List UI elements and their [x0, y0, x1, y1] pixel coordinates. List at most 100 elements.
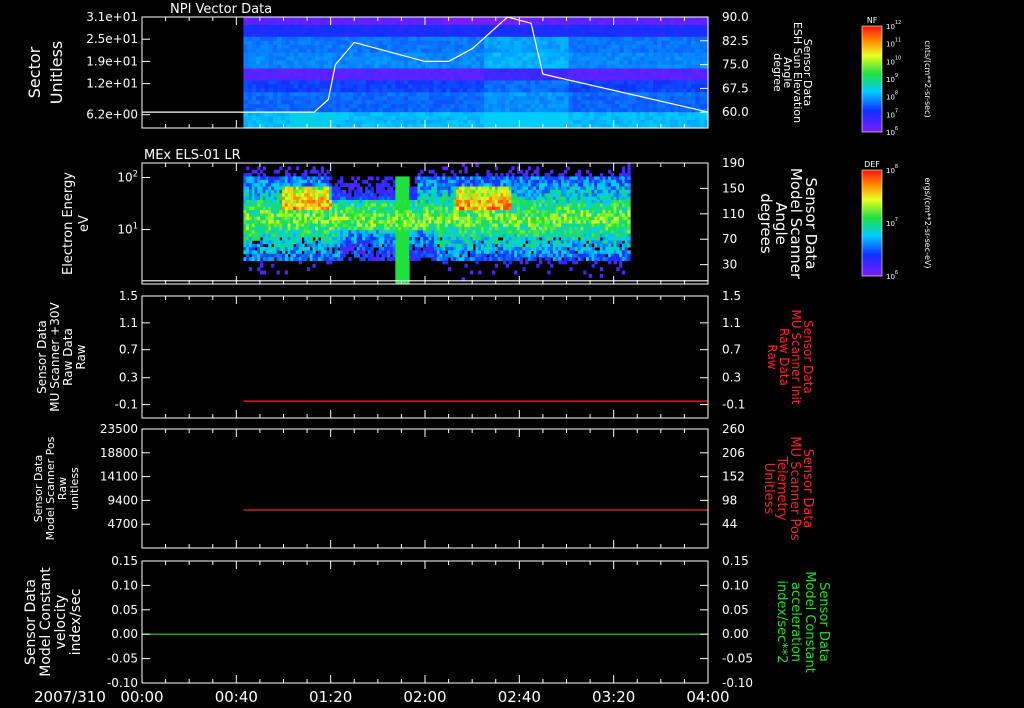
heatmap-cell: [349, 24, 354, 30]
heatmap-cell: [387, 183, 391, 188]
heatmap-cell: [669, 64, 675, 70]
heatmap-cell: [272, 17, 278, 22]
heatmap-cell: [294, 68, 299, 74]
heatmap-cell: [391, 44, 397, 50]
heatmap-cell: [627, 80, 633, 85]
heatmap-cell: [264, 20, 270, 26]
heatmap-cell: [513, 116, 519, 121]
heatmap-cell: [378, 88, 384, 93]
heatmap-cell: [336, 17, 342, 22]
heatmap-cell: [441, 44, 447, 50]
heatmap-cell: [408, 32, 413, 38]
heatmap-cell: [631, 28, 637, 34]
heatmap-cell: [327, 52, 333, 58]
heatmap-cell: [648, 60, 654, 66]
heatmap-cell: [264, 72, 270, 78]
heatmap-cell: [353, 64, 359, 70]
heatmap-cell: [387, 84, 392, 89]
heatmap-cell: [370, 247, 374, 251]
heatmap-cell: [534, 100, 540, 105]
heatmap-cell: [315, 60, 321, 66]
heatmap-cell: [285, 76, 291, 82]
heatmap-cell: [264, 44, 270, 50]
heatmap-cell: [450, 120, 456, 125]
heatmap-cell: [306, 52, 312, 58]
heatmap-cell: [450, 48, 456, 54]
heatmap-cell: [547, 36, 553, 42]
heatmap-cell: [302, 48, 308, 54]
heatmap-cell: [374, 120, 380, 125]
heatmap-cell: [329, 183, 333, 188]
heatmap-cell: [287, 166, 291, 171]
heatmap-cell: [264, 48, 270, 54]
heatmap-cell: [319, 96, 325, 101]
heatmap-cell: [505, 60, 511, 66]
heatmap-cell: [568, 104, 574, 109]
heatmap-cell: [395, 108, 401, 113]
heatmap-cell: [695, 96, 701, 101]
heatmap-cell: [564, 64, 570, 70]
heatmap-cell: [484, 108, 489, 113]
heatmap-cell: [488, 20, 494, 26]
heatmap-cell: [585, 32, 591, 38]
heatmap-cell: [306, 100, 312, 105]
heatmap-cell: [619, 32, 625, 38]
heatmap-cell: [479, 68, 485, 74]
heatmap-cell: [551, 116, 557, 121]
heatmap-cell: [361, 17, 367, 22]
heatmap-cell: [272, 68, 278, 74]
heatmap-cell: [357, 56, 363, 62]
heatmap-cell: [631, 120, 637, 125]
heatmap-cell: [433, 84, 439, 89]
heatmap-cell: [593, 96, 599, 101]
heatmap-cell: [412, 48, 418, 54]
heatmap-cell: [543, 120, 549, 125]
heatmap-cell: [463, 84, 468, 89]
heatmap-cell: [382, 44, 388, 50]
heatmap-cell: [446, 84, 451, 89]
heatmap-cell: [298, 28, 304, 34]
heatmap-cell: [353, 24, 359, 30]
heatmap-cell: [281, 52, 287, 58]
heatmap-cell: [437, 32, 443, 38]
heatmap-cell: [471, 120, 477, 125]
heatmap-cell: [644, 56, 650, 62]
heatmap-cell: [653, 80, 658, 85]
heatmap-cell: [382, 52, 388, 58]
heatmap-cell: [547, 68, 553, 74]
heatmap-cell: [349, 72, 354, 78]
heatmap-cell: [382, 100, 388, 105]
heatmap-cell: [391, 112, 397, 117]
heatmap-cell: [365, 76, 371, 82]
heatmap-cell: [260, 116, 266, 121]
heatmap-cell: [336, 76, 342, 82]
heatmap-cell: [674, 64, 680, 70]
heatmap-cell: [695, 84, 701, 89]
heatmap-cell: [678, 44, 684, 50]
heatmap-cell: [256, 44, 261, 50]
heatmap-cell: [323, 60, 329, 66]
heatmap-cell: [450, 112, 456, 117]
heatmap-cell: [691, 44, 696, 50]
heatmap-cell: [406, 273, 410, 278]
heatmap-cell: [243, 92, 249, 97]
heatmap-cell: [256, 100, 261, 105]
heatmap-cell: [260, 112, 266, 117]
heatmap-cell: [623, 104, 629, 109]
heatmap-cell: [340, 116, 346, 121]
heatmap-cell: [555, 52, 561, 58]
heatmap-cell: [606, 28, 612, 34]
heatmap-cell: [644, 80, 650, 85]
heatmap-cell: [353, 104, 359, 109]
heatmap-cell: [665, 64, 671, 70]
heatmap-cell: [479, 32, 485, 38]
heatmap-cell: [657, 56, 663, 62]
heatmap-cell: [289, 44, 295, 50]
heatmap-cell: [572, 17, 578, 22]
heatmap-cell: [429, 84, 435, 89]
heatmap-cell: [399, 48, 405, 54]
heatmap-cell: [403, 44, 409, 50]
heatmap-cell: [648, 100, 654, 105]
heatmap-cell: [256, 56, 261, 62]
heatmap-cell: [479, 72, 485, 78]
